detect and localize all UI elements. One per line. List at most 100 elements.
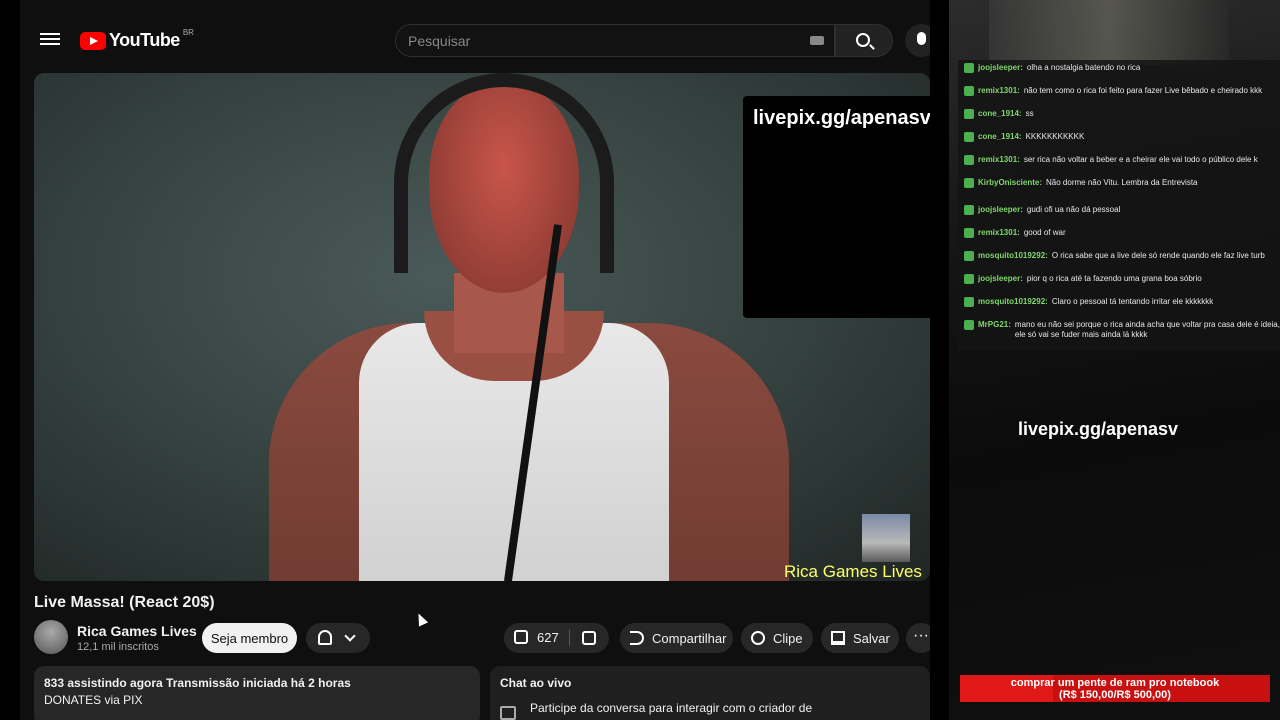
- search-input[interactable]: [408, 25, 788, 56]
- like-count: 627: [537, 630, 559, 645]
- thumbs-down-icon: [582, 631, 596, 645]
- donation-goal-text: comprar um pente de ram pro notebook (R$…: [960, 677, 1270, 701]
- chat-badge-icon: [964, 109, 974, 119]
- chat-text: ss: [1025, 109, 1034, 118]
- channel-row: Rica Games Lives 12,1 mil inscritos Seja…: [34, 620, 930, 656]
- chat-text: gudi ofi ua não dá pessoal: [1026, 205, 1121, 214]
- chat-username: cone_1914:: [978, 109, 1022, 118]
- chat-message: remix1301: não tem como o rica foi feito …: [964, 86, 1262, 96]
- chat-text: Não dorme não Vitu. Lembra da Entrevista: [1046, 178, 1198, 187]
- channel-avatar[interactable]: [34, 620, 68, 654]
- chat-username: joojsleeper:: [978, 205, 1023, 214]
- chat-text: Claro o pessoal tá tentando irritar ele …: [1051, 297, 1214, 306]
- chat-username: joojsleeper:: [978, 274, 1023, 283]
- like-button[interactable]: 627: [504, 623, 569, 653]
- chat-badge-icon: [964, 320, 974, 330]
- chat-username: MrPG21:: [978, 320, 1011, 329]
- chat-username: joojsleeper:: [978, 63, 1023, 72]
- stream-thumbnail: [862, 514, 910, 562]
- chat-username: mosquito1019292:: [978, 297, 1048, 306]
- search-button[interactable]: [835, 24, 893, 57]
- chat-badge-icon: [964, 205, 974, 215]
- donation-goal-bar: comprar um pente de ram pro notebook (R$…: [960, 675, 1270, 702]
- youtube-logo[interactable]: YouTube BR: [80, 28, 194, 51]
- share-label: Compartilhar: [652, 631, 727, 646]
- chat-username: cone_1914:: [978, 132, 1022, 141]
- save-label: Salvar: [853, 631, 890, 646]
- more-actions-button[interactable]: ···: [906, 623, 930, 653]
- chat-message: joojsleeper: pior q o rica até ta fazendo…: [964, 274, 1202, 284]
- top-bar: YouTube BR: [20, 0, 930, 80]
- live-chat-panel: Chat ao vivo Participe da conversa para …: [490, 666, 930, 720]
- chat-message: cone_1914: ss: [964, 109, 1034, 119]
- video-player[interactable]: livepix.gg/apenasv Rica Games Lives: [34, 73, 930, 581]
- chat-badge-icon: [964, 251, 974, 261]
- stream-watermark: Rica Games Lives: [784, 562, 922, 581]
- play-logo-icon: [80, 31, 106, 50]
- channel-name[interactable]: Rica Games Lives: [77, 623, 197, 639]
- chat-badge-icon: [964, 178, 974, 188]
- chat-participate-text: Participe da conversa para interagir com…: [530, 701, 813, 715]
- dislike-button[interactable]: [571, 623, 609, 653]
- donation-goal-amount: (R$ 150,00/R$ 500,00): [1059, 689, 1171, 701]
- bell-icon: [318, 630, 332, 645]
- chat-message: KirbyOnisciente: Não dorme não Vitu. Lemb…: [964, 178, 1198, 188]
- chat-username: remix1301:: [978, 86, 1020, 95]
- chat-message: joojsleeper: olha a nostalgia batendo no …: [964, 63, 1140, 73]
- chat-badge-icon: [964, 86, 974, 96]
- logo-country: BR: [182, 28, 194, 37]
- chat-text: pior q o rica até ta fazendo uma grana b…: [1026, 274, 1202, 283]
- stream-side-panel: joojsleeper: olha a nostalgia batendo no …: [949, 0, 1280, 720]
- chat-bubble-icon: [500, 706, 516, 720]
- overlay-url: livepix.gg/apenasv: [753, 107, 930, 129]
- chat-message: remix1301: good of war: [964, 228, 1066, 238]
- chat-text: olha a nostalgia batendo no rica: [1026, 63, 1141, 72]
- subscriber-count: 12,1 mil inscritos: [77, 641, 159, 653]
- chevron-down-icon: [344, 630, 356, 642]
- thumbs-up-icon: [514, 630, 528, 644]
- chat-text: KKKKKKKKKKK: [1025, 132, 1085, 141]
- like-dislike-group: 627: [504, 623, 609, 653]
- clip-label: Clipe: [773, 631, 803, 646]
- live-chat-title[interactable]: Chat ao vivo: [500, 676, 920, 690]
- logo-text: YouTube: [109, 30, 180, 50]
- screen: YouTube BR livepix.gg/apenasv: [0, 0, 1280, 720]
- join-button[interactable]: Seja membro: [202, 623, 297, 653]
- clip-button[interactable]: Clipe: [741, 623, 813, 653]
- menu-icon: [40, 33, 60, 35]
- description-box[interactable]: 833 assistindo agora Transmissão iniciad…: [34, 666, 480, 720]
- chat-text: good of war: [1023, 228, 1066, 237]
- scissors-icon: [751, 631, 765, 645]
- chat-message: mosquito1019292: O rica sabe que a live d…: [964, 251, 1265, 261]
- headset: [394, 73, 614, 273]
- search-icon: [856, 33, 870, 47]
- chat-badge-icon: [964, 155, 974, 165]
- video-title: Live Massa! (React 20$): [34, 594, 215, 611]
- chat-badge-icon: [964, 228, 974, 238]
- share-button[interactable]: Compartilhar: [620, 623, 733, 653]
- notifications-button[interactable]: [306, 623, 370, 653]
- donation-goal-title: comprar um pente de ram pro notebook: [1010, 677, 1220, 689]
- chat-badge-icon: [964, 297, 974, 307]
- stream-chat-overlay: joojsleeper: olha a nostalgia batendo no …: [958, 60, 1280, 350]
- chat-text: mano eu não sei porque o rica ainda acha…: [1014, 320, 1280, 339]
- chat-badge-icon: [964, 132, 974, 142]
- chat-message: remix1301: ser rica não voltar a beber e …: [964, 155, 1258, 165]
- chat-message: mosquito1019292: Claro o pessoal tá tenta…: [964, 297, 1213, 307]
- chat-text: ser rica não voltar a beber e a cheirar …: [1023, 155, 1258, 164]
- like-divider: [569, 630, 570, 646]
- share-icon: [630, 631, 644, 645]
- voice-search-button[interactable]: [905, 24, 930, 57]
- chat-username: remix1301:: [978, 155, 1020, 164]
- chat-badge-icon: [964, 63, 974, 73]
- save-button[interactable]: Salvar: [821, 623, 899, 653]
- bookmark-icon: [831, 631, 845, 645]
- chat-badge-icon: [964, 274, 974, 284]
- microphone-icon: [917, 32, 926, 45]
- chat-text: não tem como o rica foi feito para fazer…: [1023, 86, 1263, 95]
- chat-message: joojsleeper: gudi ofi ua não dá pessoal: [964, 205, 1120, 215]
- chat-username: KirbyOnisciente:: [978, 178, 1043, 187]
- menu-button[interactable]: [40, 30, 60, 50]
- side-background-art: [989, 0, 1229, 65]
- keyboard-icon[interactable]: [810, 36, 824, 45]
